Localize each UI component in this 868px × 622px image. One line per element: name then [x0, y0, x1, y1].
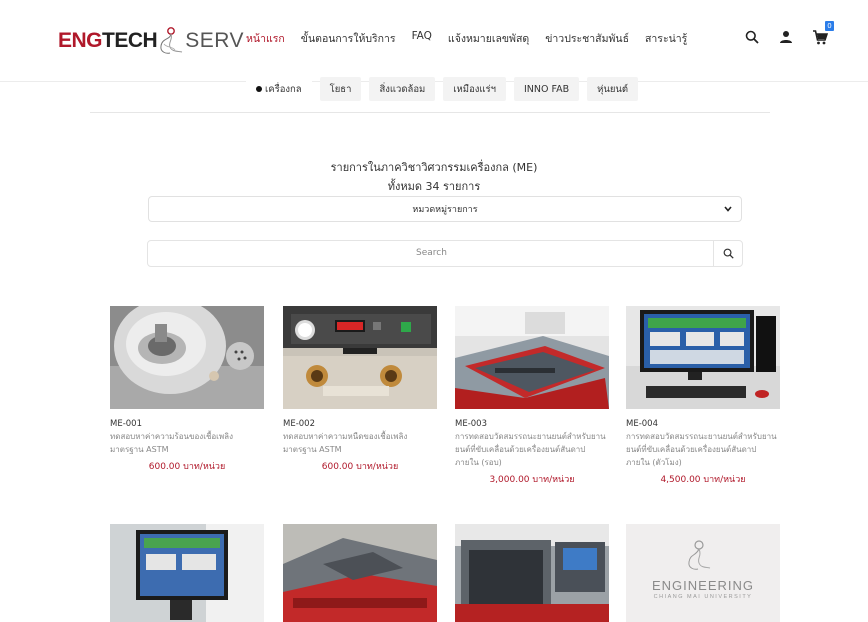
cart-icon[interactable]: 0: [810, 21, 834, 47]
tab-environmental[interactable]: สิ่งแวดล้อม: [369, 77, 436, 101]
placeholder-logo-title: ENGINEERING: [651, 578, 754, 593]
tab-label: หุ่นยนต์: [597, 83, 629, 95]
product-price: 600.00 บาท/หน่วย: [321, 462, 399, 472]
user-icon[interactable]: [776, 27, 796, 47]
engtechserv-logo[interactable]: ENG TECH SERV: [58, 26, 244, 56]
product-card[interactable]: ME-002 ทดสอบหาค่าความหนืดของเชื้อเพลิงมา…: [283, 306, 437, 473]
nav-item-faq[interactable]: FAQ: [412, 30, 432, 47]
nav-item-home[interactable]: หน้าแรก: [246, 30, 285, 47]
placeholder-logo-subtitle: CHIANG MAI UNIVERSITY: [653, 594, 753, 600]
cmu-engineering-logo: [688, 540, 711, 570]
product-image-placeholder[interactable]: ENGINEERING CHIANG MAI UNIVERSITY: [626, 524, 780, 622]
product-price: 600.00 บาท/หน่วย: [148, 462, 226, 472]
product-code: ME-003: [455, 419, 487, 429]
tab-mechanical[interactable]: เครื่องกล: [246, 77, 312, 101]
logo-serv-text: SERV: [185, 29, 244, 52]
nav-item-news[interactable]: ข่าวประชาสัมพันธ์: [545, 30, 629, 47]
product-description: ทดสอบหาค่าความหนืดของเชื้อเพลิงมาตรฐาน A…: [283, 432, 408, 454]
search-icon[interactable]: [742, 27, 762, 47]
site-header: ENG TECH SERV หน้าแรก ขั้นตอนการให้บริกา…: [0, 0, 868, 82]
product-card[interactable]: ME-003 การทดสอบวัดสมรรถนะยานยนต์สำหรับยา…: [455, 306, 609, 486]
tab-label: INNO FAB: [523, 83, 570, 95]
department-heading: รายการในภาควิชาวิศวกรรมเครื่องกล (ME): [330, 161, 538, 174]
tab-label: เครื่องกล: [265, 83, 302, 95]
product-price: 4,500.00 บาท/หน่วย: [660, 475, 746, 485]
chevron-down-icon: [724, 206, 732, 212]
tab-inno-fab[interactable]: INNO FAB: [513, 77, 580, 101]
product-description: การทดสอบวัดสมรรถนะยานยนต์สำหรับยานยนต์ที…: [455, 432, 606, 467]
product-card[interactable]: [283, 524, 437, 622]
product-card[interactable]: [455, 524, 609, 622]
product-image[interactable]: [283, 306, 437, 409]
tab-label: เหมืองแร่ฯ: [453, 83, 496, 95]
product-card[interactable]: [110, 524, 264, 622]
tab-label: สิ่งแวดล้อม: [379, 83, 426, 95]
product-image[interactable]: [455, 524, 609, 622]
nav-item-service-steps[interactable]: ขั้นตอนการให้บริการ: [301, 30, 396, 47]
product-code: ME-002: [283, 419, 315, 429]
nav-item-knowledge[interactable]: สาระน่ารู้: [645, 30, 687, 47]
item-count: ทั้งหมด 34 รายการ: [387, 180, 481, 193]
active-dot-icon: [256, 86, 262, 92]
header-actions: 0: [742, 21, 844, 47]
product-card[interactable]: ME-004 การทดสอบวัดสมรรถนะยานยนต์สำหรับยา…: [626, 306, 780, 486]
tab-label: โยธา: [329, 83, 352, 95]
product-code: ME-001: [110, 419, 142, 429]
logo-mark-icon: [160, 27, 183, 54]
divider: [90, 112, 770, 113]
product-image[interactable]: [110, 306, 264, 409]
search-input[interactable]: Search: [148, 248, 715, 258]
product-code: ME-004: [626, 419, 658, 429]
category-tabs: เครื่องกล โยธา สิ่งแวดล้อม เหมืองแร่ฯ IN…: [246, 77, 646, 101]
logo-tech-text: TECH: [102, 29, 158, 52]
product-image[interactable]: [283, 524, 437, 622]
search-button[interactable]: [713, 241, 742, 266]
product-image[interactable]: [455, 306, 609, 409]
logo-eng-text: ENG: [58, 29, 103, 52]
product-card[interactable]: ME-001 ทดสอบหาค่าความร้อนของเชื้อเพลิงมา…: [110, 306, 264, 473]
search-icon: [723, 248, 734, 259]
product-search: Search: [147, 240, 743, 267]
nav-item-tracking[interactable]: แจ้งหมายเลขพัสดุ: [448, 30, 529, 47]
product-image[interactable]: [110, 524, 264, 622]
category-select[interactable]: หมวดหมู่รายการ: [148, 196, 742, 222]
category-select-value: หมวดหมู่รายการ: [412, 205, 478, 215]
product-description: ทดสอบหาค่าความร้อนของเชื้อเพลิงมาตรฐาน A…: [110, 432, 233, 454]
tab-civil[interactable]: โยธา: [319, 77, 362, 101]
product-description: การทดสอบวัดสมรรถนะยานยนต์สำหรับยานยนต์ที…: [626, 432, 777, 467]
product-price: 3,000.00 บาท/หน่วย: [489, 475, 575, 485]
cart-count-badge: 0: [825, 21, 834, 31]
product-image[interactable]: [626, 306, 780, 409]
tab-robotics[interactable]: หุ่นยนต์: [587, 77, 639, 101]
product-card[interactable]: ENGINEERING CHIANG MAI UNIVERSITY: [626, 524, 780, 622]
main-nav: หน้าแรก ขั้นตอนการให้บริการ FAQ แจ้งหมาย…: [246, 30, 703, 47]
tab-mining[interactable]: เหมืองแร่ฯ: [443, 77, 506, 101]
